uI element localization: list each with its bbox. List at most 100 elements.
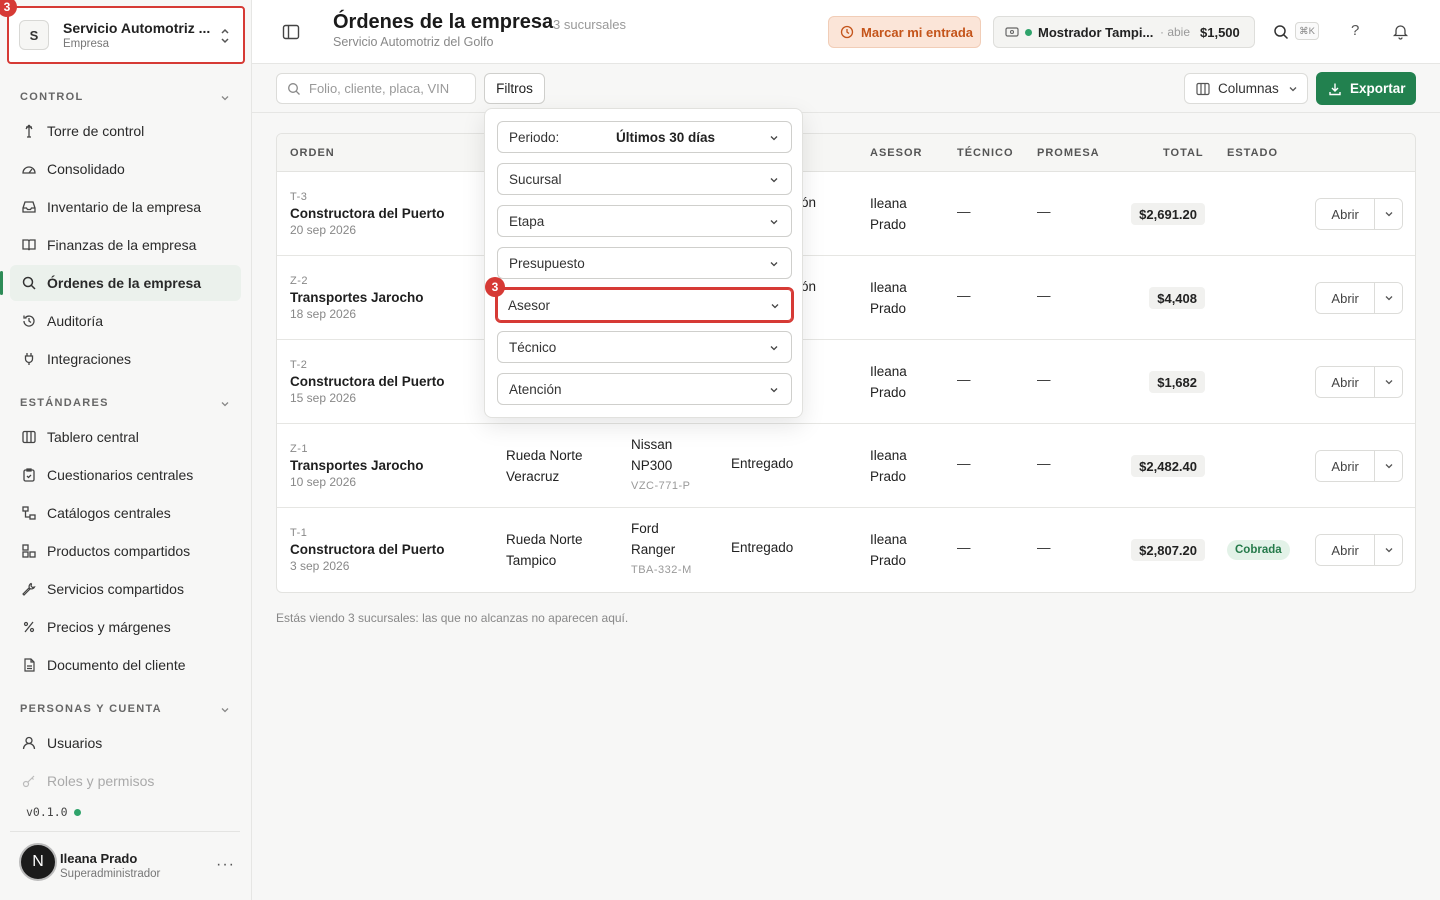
technician-select[interactable]: Técnico	[497, 331, 792, 363]
table-row[interactable]: T-3 Constructora del Puerto 20 sep 2026 …	[277, 172, 1415, 256]
column-header-tecnico[interactable]: TÉCNICO	[957, 147, 1014, 159]
chevron-down-icon[interactable]	[219, 398, 231, 410]
advisor-first: Ileana	[870, 448, 907, 463]
chevron-down-icon	[770, 262, 778, 267]
sidebar-item-roles[interactable]: Roles y permisos	[10, 763, 241, 799]
inbox-icon	[20, 199, 37, 216]
company-type: Empresa	[63, 38, 110, 50]
branch-select[interactable]: Sucursal	[497, 163, 792, 195]
columns-icon	[20, 429, 37, 446]
sidebar-item-documento[interactable]: Documento del cliente	[10, 647, 241, 683]
order-advisor: Ileana Prado	[870, 529, 907, 571]
avatar[interactable]: N	[19, 843, 57, 881]
row-menu-button[interactable]	[1375, 283, 1402, 313]
select-label: Etapa	[509, 213, 545, 229]
cash-register-icon	[1005, 27, 1019, 37]
sidebar-item-precios[interactable]: Precios y márgenes	[10, 609, 241, 645]
sidebar-item-label: Tablero central	[47, 429, 139, 445]
order-branch: Rueda Norte Veracruz	[506, 445, 583, 487]
attention-select[interactable]: Atención	[497, 373, 792, 405]
columns-button[interactable]: Columnas	[1184, 73, 1308, 104]
chevron-down-icon	[1289, 86, 1297, 91]
open-button[interactable]: Abrir	[1316, 535, 1376, 565]
order-total: $2,807.20	[1131, 539, 1205, 561]
columns-label: Columnas	[1218, 81, 1279, 96]
order-date: 10 sep 2026	[290, 475, 357, 489]
filters-button[interactable]: Filtros	[484, 73, 545, 104]
chevron-down-icon[interactable]	[219, 92, 231, 104]
row-menu-button[interactable]	[1375, 199, 1402, 229]
sidebar-item-ordenes[interactable]: Órdenes de la empresa	[0, 265, 241, 301]
column-header-promesa[interactable]: PROMESA	[1037, 147, 1100, 159]
order-folio: T-1	[290, 527, 308, 539]
order-stage: ón	[801, 279, 817, 294]
sidebar-item-label: Catálogos centrales	[47, 505, 171, 521]
sidebar-item-inventario[interactable]: Inventario de la empresa	[10, 189, 241, 225]
order-total: $2,691.20	[1131, 203, 1205, 225]
section-title-personas: PERSONAS Y CUENTA	[20, 703, 162, 715]
vehicle-make: Ford	[631, 521, 659, 536]
clock-in-button[interactable]: Marcar mi entrada	[828, 16, 981, 48]
open-button[interactable]: Abrir	[1316, 199, 1376, 229]
sidebar-item-cuestionarios[interactable]: Cuestionarios centrales	[10, 457, 241, 493]
column-header-estado[interactable]: ESTADO	[1227, 147, 1278, 159]
row-menu-button[interactable]	[1375, 535, 1402, 565]
history-icon	[20, 313, 37, 330]
sidebar-toggle-icon[interactable]	[282, 23, 300, 41]
budget-select[interactable]: Presupuesto	[497, 247, 792, 279]
chevron-down-icon	[770, 346, 778, 351]
export-button[interactable]: Exportar	[1316, 72, 1416, 105]
divider	[10, 831, 240, 832]
table-row[interactable]: T-1 Constructora del Puerto 3 sep 2026 R…	[277, 508, 1415, 592]
sidebar-item-servicios[interactable]: Servicios compartidos	[10, 571, 241, 607]
branch-line2: Tampico	[506, 553, 557, 568]
help-icon[interactable]: ?	[1351, 22, 1359, 39]
chevron-down-icon	[771, 304, 779, 309]
table-row[interactable]: Z-1 Transportes Jarocho 10 sep 2026 Rued…	[277, 424, 1415, 508]
column-header-total[interactable]: TOTAL	[1163, 147, 1204, 159]
advisor-first: Ileana	[870, 532, 907, 547]
sidebar-item-label: Productos compartidos	[47, 543, 191, 559]
sidebar-item-usuarios[interactable]: Usuarios	[10, 725, 241, 761]
status-dot	[74, 809, 81, 816]
sidebar-item-productos[interactable]: Productos compartidos	[10, 533, 241, 569]
sidebar-item-label: Auditoría	[47, 313, 104, 329]
bell-icon[interactable]	[1392, 23, 1409, 40]
column-header-orden[interactable]: ORDEN	[290, 147, 335, 159]
table-row[interactable]: Z-2 Transportes Jarocho 18 sep 2026 ón I…	[277, 256, 1415, 340]
sidebar-item-integraciones[interactable]: Integraciones	[10, 341, 241, 377]
sidebar-item-auditoria[interactable]: Auditoría	[10, 303, 241, 339]
period-select[interactable]: Periodo: Últimos 30 días	[497, 121, 792, 153]
row-menu-button[interactable]	[1375, 367, 1402, 397]
advisor-first: Ileana	[870, 364, 907, 379]
search-input[interactable]	[309, 81, 459, 96]
open-button[interactable]: Abrir	[1316, 451, 1376, 481]
cash-register-selector[interactable]: Mostrador Tampi... · abie $1,500	[993, 16, 1255, 48]
chevron-down-icon[interactable]	[219, 704, 231, 716]
clock-in-label: Marcar mi entrada	[861, 24, 973, 40]
column-header-asesor[interactable]: ASESOR	[870, 147, 922, 159]
order-technician: —	[957, 540, 971, 555]
advisor-select[interactable]: Asesor	[495, 287, 794, 323]
sidebar-item-finanzas[interactable]: Finanzas de la empresa	[10, 227, 241, 263]
order-technician: —	[957, 288, 971, 303]
search-icon[interactable]	[1273, 24, 1289, 40]
sidebar-item-label: Integraciones	[47, 351, 132, 367]
percent-icon	[20, 619, 37, 636]
sidebar-item-catalogos[interactable]: Catálogos centrales	[10, 495, 241, 531]
stage-select[interactable]: Etapa	[497, 205, 792, 237]
advisor-last: Prado	[870, 217, 907, 232]
sidebar-item-tablero[interactable]: Tablero central	[10, 419, 241, 455]
company-switcher[interactable]: S Servicio Automotriz ... Empresa	[7, 6, 245, 64]
more-icon[interactable]: ···	[216, 856, 235, 874]
row-menu-button[interactable]	[1375, 451, 1402, 481]
sidebar-item-consolidado[interactable]: Consolidado	[10, 151, 241, 187]
search-field[interactable]	[276, 73, 476, 104]
open-button[interactable]: Abrir	[1316, 367, 1376, 397]
table-row[interactable]: T-2 Constructora del Puerto 15 sep 2026 …	[277, 340, 1415, 424]
book-icon	[20, 237, 37, 254]
sidebar: S Servicio Automotriz ... Empresa 3 CONT…	[0, 0, 252, 900]
order-total: $4,408	[1149, 287, 1205, 309]
sidebar-item-torre[interactable]: Torre de control	[10, 113, 241, 149]
open-button[interactable]: Abrir	[1316, 283, 1376, 313]
